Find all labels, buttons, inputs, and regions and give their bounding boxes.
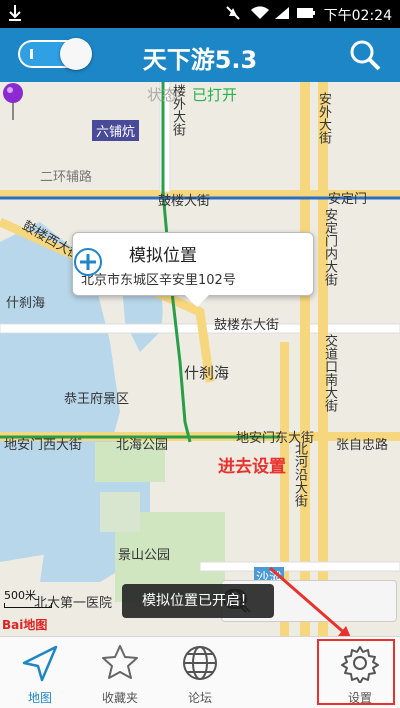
settings-highlight-box bbox=[317, 639, 395, 705]
map-label-liupukang: 六铺炕 bbox=[92, 120, 140, 141]
mute-icon bbox=[226, 6, 240, 20]
clock: 下午02:24 bbox=[323, 8, 392, 24]
map-label-gongwangfu: 恭王府景区 bbox=[64, 392, 130, 407]
map-label-gulou-east: 鼓楼东大街 bbox=[214, 318, 280, 333]
annotation-text: 进去设置 bbox=[218, 457, 286, 477]
star-icon bbox=[102, 645, 138, 679]
location-status: 状态：已打开 bbox=[147, 86, 238, 104]
map-scale: 500米 bbox=[4, 587, 52, 608]
location-callout[interactable]: 模拟位置 北京市东城区辛安里102号 bbox=[72, 232, 314, 307]
callout-address: 北京市东城区辛安里102号 bbox=[81, 273, 236, 288]
map-label-beiheyan: 北河沿大街 bbox=[292, 442, 307, 507]
tab-forum[interactable]: 论坛 bbox=[160, 637, 240, 708]
tab-forum-label: 论坛 bbox=[187, 691, 212, 705]
add-favorite-icon[interactable] bbox=[73, 247, 103, 277]
navigate-arrow-icon bbox=[22, 645, 58, 682]
location-status-value: 已打开 bbox=[192, 86, 238, 104]
map-scale-bar bbox=[4, 603, 52, 608]
location-pin-icon[interactable] bbox=[0, 82, 26, 122]
tab-map-label: 地图 bbox=[27, 691, 52, 705]
map-label-gulou-street: 鼓楼大街 bbox=[158, 194, 211, 209]
search-icon[interactable] bbox=[348, 38, 382, 72]
map-label-jingshan: 景山公园 bbox=[118, 548, 171, 563]
map-scale-label: 500米 bbox=[4, 589, 36, 602]
map-label-shichahai-west: 什刹海 bbox=[6, 296, 46, 311]
map-label-gulou-outer: 楼外大街 bbox=[170, 84, 185, 136]
globe-icon bbox=[183, 646, 217, 680]
baidu-logo: Bai地图 bbox=[2, 618, 48, 632]
map-label-huanxiang: 二环辅路 bbox=[40, 170, 93, 185]
map-label-anwai: 安外大街 bbox=[316, 92, 331, 144]
map-label-zhangzizhong: 张自忠路 bbox=[336, 438, 389, 453]
map-view[interactable]: 状态：已打开 六铺炕 鼓楼大街 安定门 二环辅路 鼓楼西大街 什刹海 鼓楼东大街… bbox=[0, 82, 400, 636]
tab-favorites[interactable]: 收藏夹 bbox=[80, 637, 160, 708]
map-label-dianmen-west: 地安门西大街 bbox=[4, 438, 83, 453]
signal-icon bbox=[275, 7, 289, 19]
app-bar: 天下游5.3 bbox=[0, 28, 400, 82]
callout-title: 模拟位置 bbox=[129, 246, 197, 266]
status-bar: 下午02:24 bbox=[0, 0, 400, 28]
map-label-beihai-park: 北海公园 bbox=[116, 438, 169, 453]
tab-map[interactable]: 地图 bbox=[0, 637, 80, 708]
map-label-shichahai: 什刹海 bbox=[184, 364, 230, 382]
map-label-andingmen: 安定门 bbox=[328, 192, 368, 207]
map-label-jiaodaokou: 交道口南大街 bbox=[322, 334, 337, 412]
map-label-andingmen-inner: 安定门内大街 bbox=[322, 208, 337, 286]
tab-favorites-label: 收藏夹 bbox=[101, 691, 138, 705]
battery-icon bbox=[297, 8, 315, 18]
download-icon bbox=[9, 5, 21, 21]
app-title: 天下游5.3 bbox=[142, 46, 258, 74]
toast-message: 模拟位置已开启！ bbox=[122, 584, 274, 618]
wifi-icon bbox=[251, 6, 269, 20]
callout-pointer bbox=[185, 295, 209, 307]
